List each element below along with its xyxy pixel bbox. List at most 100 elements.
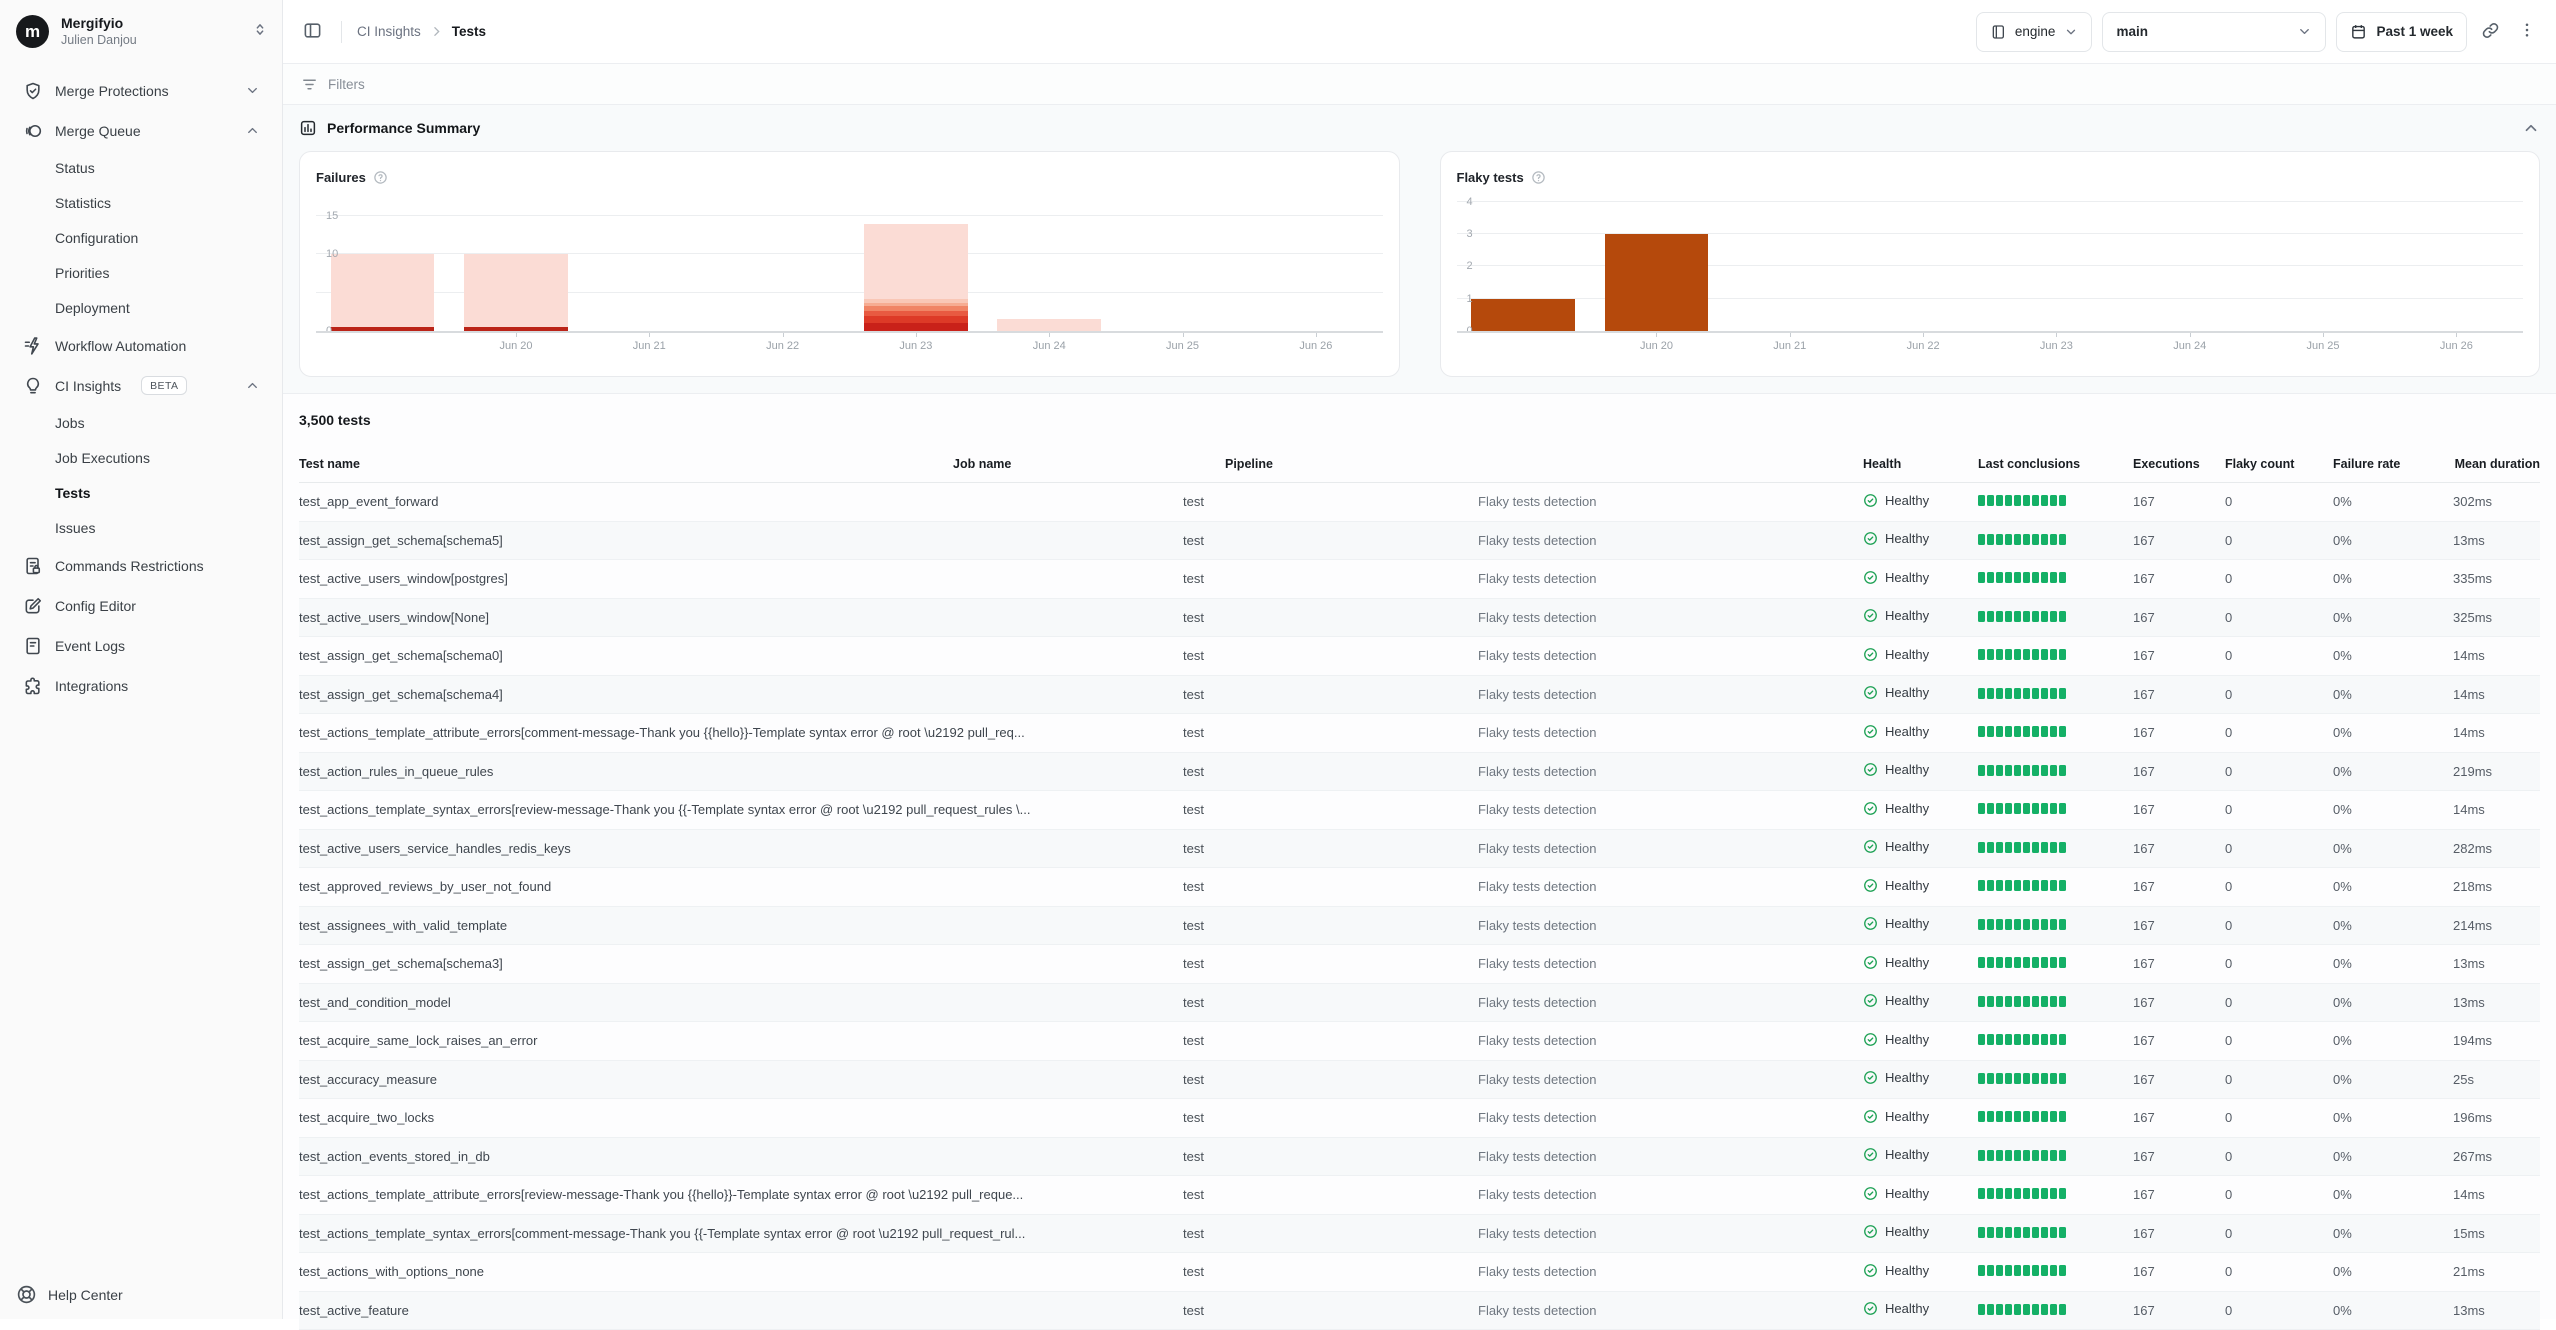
sidebar-item-job-executions[interactable]: Job Executions [12, 441, 270, 475]
sidebar-item-ci-insights[interactable]: CI InsightsBETA [12, 366, 270, 405]
sidebar-item-merge-protections[interactable]: Merge Protections [12, 71, 270, 110]
last-conclusions-strip[interactable] [1978, 842, 2066, 853]
sidebar-item-event-logs[interactable]: Event Logs [12, 626, 270, 665]
last-conclusions-strip[interactable] [1978, 765, 2066, 776]
last-conclusions-strip[interactable] [1978, 1304, 2066, 1315]
date-range-button[interactable]: Past 1 week [2336, 12, 2467, 52]
last-conclusions-strip[interactable] [1978, 534, 2066, 545]
sidebar-item-priorities[interactable]: Priorities [12, 256, 270, 290]
table-row[interactable]: test_approved_reviews_by_user_not_found … [299, 868, 2540, 907]
table-row[interactable]: test_acquire_two_locks test Flaky tests … [299, 1099, 2540, 1138]
conclusion-square [1978, 495, 1985, 506]
branch-selector[interactable]: main [2102, 12, 2326, 52]
last-conclusions-strip[interactable] [1978, 649, 2066, 660]
table-row[interactable]: test_action_events_stored_in_db test Fla… [299, 1138, 2540, 1177]
table-row[interactable]: test_app_event_forward test Flaky tests … [299, 483, 2540, 522]
failures-bar[interactable] [997, 319, 1100, 331]
table-row[interactable]: test_active_feature test Flaky tests det… [299, 1292, 2540, 1330]
last-conclusions-strip[interactable] [1978, 726, 2066, 737]
sidebar-item-workflow-automation[interactable]: Workflow Automation [12, 326, 270, 365]
column-header-executions[interactable]: Executions [2133, 457, 2225, 471]
table-row[interactable]: test_active_users_service_handles_redis_… [299, 830, 2540, 869]
x-axis-tick-label: Jun 24 [1033, 340, 1066, 352]
last-conclusions-strip[interactable] [1978, 880, 2066, 891]
collapse-section-button[interactable] [2522, 119, 2540, 137]
table-row[interactable]: test_actions_template_attribute_errors[r… [299, 1176, 2540, 1215]
flaky-tests-bar[interactable] [1605, 234, 1708, 331]
last-conclusions-strip[interactable] [1978, 1150, 2066, 1161]
help-circle-icon[interactable] [373, 170, 388, 185]
conclusion-square [2050, 1227, 2057, 1238]
table-row[interactable]: test_acquire_same_lock_raises_an_error t… [299, 1022, 2540, 1061]
last-conclusions-strip[interactable] [1978, 1188, 2066, 1199]
last-conclusions-strip[interactable] [1978, 996, 2066, 1007]
conclusion-square [1996, 572, 2003, 583]
table-row[interactable]: test_assign_get_schema[schema3] test Fla… [299, 945, 2540, 984]
last-conclusions-strip[interactable] [1978, 572, 2066, 583]
column-header-job-name[interactable]: Job name [953, 457, 1225, 471]
help-circle-icon[interactable] [1531, 170, 1546, 185]
sidebar-item-tests[interactable]: Tests [12, 476, 270, 510]
sidebar-item-config-editor[interactable]: Config Editor [12, 586, 270, 625]
column-header-health[interactable]: Health [1863, 457, 1978, 471]
sidebar-item-jobs[interactable]: Jobs [12, 406, 270, 440]
more-options-button[interactable] [2514, 17, 2540, 46]
sidebar-item-deployment[interactable]: Deployment [12, 291, 270, 325]
column-header-flaky-count[interactable]: Flaky count [2225, 457, 2333, 471]
last-conclusions-strip[interactable] [1978, 688, 2066, 699]
table-row[interactable]: test_actions_template_attribute_errors[c… [299, 714, 2540, 753]
table-row[interactable]: test_assignees_with_valid_template test … [299, 907, 2540, 946]
sidebar-item-issues[interactable]: Issues [12, 511, 270, 545]
last-conclusions-strip[interactable] [1978, 1073, 2066, 1084]
sidebar-toggle-button[interactable] [299, 17, 326, 47]
flaky-tests-bar[interactable] [1471, 299, 1574, 331]
last-conclusions-strip[interactable] [1978, 495, 2066, 506]
column-header-mean-duration[interactable]: Mean duration [2453, 457, 2540, 471]
table-row[interactable]: test_active_users_window[postgres] test … [299, 560, 2540, 599]
column-header-pipeline[interactable]: Pipeline [1225, 457, 1863, 471]
last-conclusions-strip[interactable] [1978, 1227, 2066, 1238]
failures-bar[interactable] [464, 254, 567, 331]
chevron-down-icon [2297, 24, 2312, 39]
breadcrumb-ci-insights[interactable]: CI Insights [357, 24, 421, 39]
last-conclusions-strip[interactable] [1978, 1265, 2066, 1276]
failures-bar[interactable] [331, 254, 434, 331]
table-row[interactable]: test_actions_with_options_none test Flak… [299, 1253, 2540, 1292]
column-header-test-name[interactable]: Test name [299, 457, 953, 471]
conclusion-square [2014, 803, 2021, 814]
table-row[interactable]: test_assign_get_schema[schema0] test Fla… [299, 637, 2540, 676]
last-conclusions-strip[interactable] [1978, 919, 2066, 930]
y-axis-tick-label: 2 [1467, 260, 1473, 272]
table-row[interactable]: test_actions_template_syntax_errors[revi… [299, 791, 2540, 830]
filters-bar[interactable]: Filters [283, 64, 2556, 105]
sidebar-item-configuration[interactable]: Configuration [12, 221, 270, 255]
repository-selector[interactable]: engine [1976, 12, 2093, 52]
last-conclusions-strip[interactable] [1978, 1111, 2066, 1122]
table-row[interactable]: test_active_users_window[None] test Flak… [299, 599, 2540, 638]
conclusion-square [1996, 765, 2003, 776]
sidebar-item-status[interactable]: Status [12, 151, 270, 185]
failures-bar[interactable] [864, 224, 967, 331]
share-link-button[interactable] [2477, 17, 2504, 47]
table-row[interactable]: test_and_condition_model test Flaky test… [299, 984, 2540, 1023]
table-row[interactable]: test_actions_template_syntax_errors[comm… [299, 1215, 2540, 1254]
last-conclusions-strip[interactable] [1978, 1034, 2066, 1045]
conclusion-square [2014, 611, 2021, 622]
sidebar-item-statistics[interactable]: Statistics [12, 186, 270, 220]
column-header-last-conclusions[interactable]: Last conclusions [1978, 457, 2133, 471]
column-header-failure-rate[interactable]: Failure rate [2333, 457, 2453, 471]
sidebar-item-merge-queue[interactable]: Merge Queue [12, 111, 270, 150]
cell-failure-rate: 0% [2333, 571, 2453, 586]
org-switcher[interactable]: m Mergifyio Julien Danjou [0, 0, 282, 63]
help-center-link[interactable]: Help Center [16, 1284, 123, 1305]
last-conclusions-strip[interactable] [1978, 611, 2066, 622]
table-row[interactable]: test_accuracy_measure test Flaky tests d… [299, 1061, 2540, 1100]
conclusion-square [2032, 534, 2039, 545]
sidebar-item-integrations[interactable]: Integrations [12, 666, 270, 705]
table-row[interactable]: test_action_rules_in_queue_rules test Fl… [299, 753, 2540, 792]
sidebar-item-commands-restrictions[interactable]: Commands Restrictions [12, 546, 270, 585]
table-row[interactable]: test_assign_get_schema[schema5] test Fla… [299, 522, 2540, 561]
last-conclusions-strip[interactable] [1978, 957, 2066, 968]
last-conclusions-strip[interactable] [1978, 803, 2066, 814]
table-row[interactable]: test_assign_get_schema[schema4] test Fla… [299, 676, 2540, 715]
